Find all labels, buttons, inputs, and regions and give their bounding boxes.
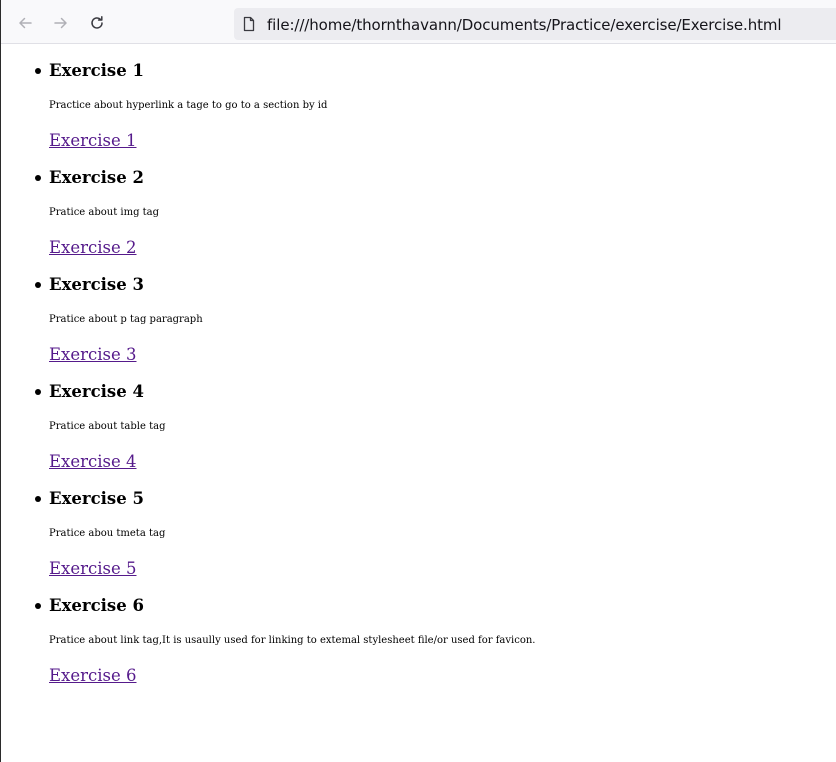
exercise-title: Exercise 3: [49, 275, 144, 294]
page-icon: [243, 16, 255, 32]
exercise-title: Exercise 1: [49, 61, 144, 80]
exercise-description: Pratice about link tag,It is usaully use…: [49, 635, 536, 646]
exercise-title: Exercise 6: [49, 596, 144, 615]
reload-icon: [91, 16, 103, 29]
exercise-link[interactable]: Exercise 1: [49, 131, 137, 151]
list-item: Exercise 5 Pratice abou tmeta tag Exerci…: [0, 472, 836, 579]
forward-button[interactable]: [47, 9, 75, 37]
bullet: [35, 389, 41, 395]
exercise-link[interactable]: Exercise 4: [49, 452, 137, 472]
exercise-description: Pratice about p tag paragraph: [49, 314, 203, 325]
list-item: Exercise 2 Pratice about img tag Exercis…: [0, 151, 836, 258]
exercise-title: Exercise 5: [49, 489, 144, 508]
exercise-title: Exercise 4: [49, 382, 144, 401]
bullet: [35, 496, 41, 502]
bullet: [35, 603, 41, 609]
url-bar[interactable]: file:///home/thornthavann/Documents/Prac…: [234, 8, 836, 40]
exercise-link[interactable]: Exercise 2: [49, 238, 137, 258]
exercise-link[interactable]: Exercise 3: [49, 345, 137, 365]
exercise-link[interactable]: Exercise 6: [49, 666, 137, 686]
exercise-description: Pratice abou tmeta tag: [49, 528, 166, 539]
bullet: [35, 282, 41, 288]
exercise-description: Practice about hyperlink a tage to go to…: [49, 100, 328, 111]
back-button[interactable]: [11, 9, 39, 37]
page-content: Exercise 1 Practice about hyperlink a ta…: [0, 44, 836, 686]
list-item: Exercise 3 Pratice about p tag paragraph…: [0, 258, 836, 365]
reload-button[interactable]: [83, 9, 111, 37]
exercise-list: Exercise 1 Practice about hyperlink a ta…: [0, 44, 836, 686]
arrow-left-icon: [19, 17, 32, 29]
arrow-right-icon: [54, 17, 67, 29]
url-text[interactable]: file:///home/thornthavann/Documents/Prac…: [267, 16, 782, 34]
exercise-title: Exercise 2: [49, 168, 144, 187]
exercise-description: Pratice about table tag: [49, 421, 166, 432]
list-item: Exercise 4 Pratice about table tag Exerc…: [0, 365, 836, 472]
list-item: Exercise 1 Practice about hyperlink a ta…: [0, 44, 836, 151]
bullet: [35, 68, 41, 74]
list-item: Exercise 6 Pratice about link tag,It is …: [0, 579, 836, 686]
browser-toolbar: file:///home/thornthavann/Documents/Prac…: [1, 0, 836, 44]
exercise-description: Pratice about img tag: [49, 207, 160, 218]
bullet: [35, 175, 41, 181]
exercise-link[interactable]: Exercise 5: [49, 559, 137, 579]
